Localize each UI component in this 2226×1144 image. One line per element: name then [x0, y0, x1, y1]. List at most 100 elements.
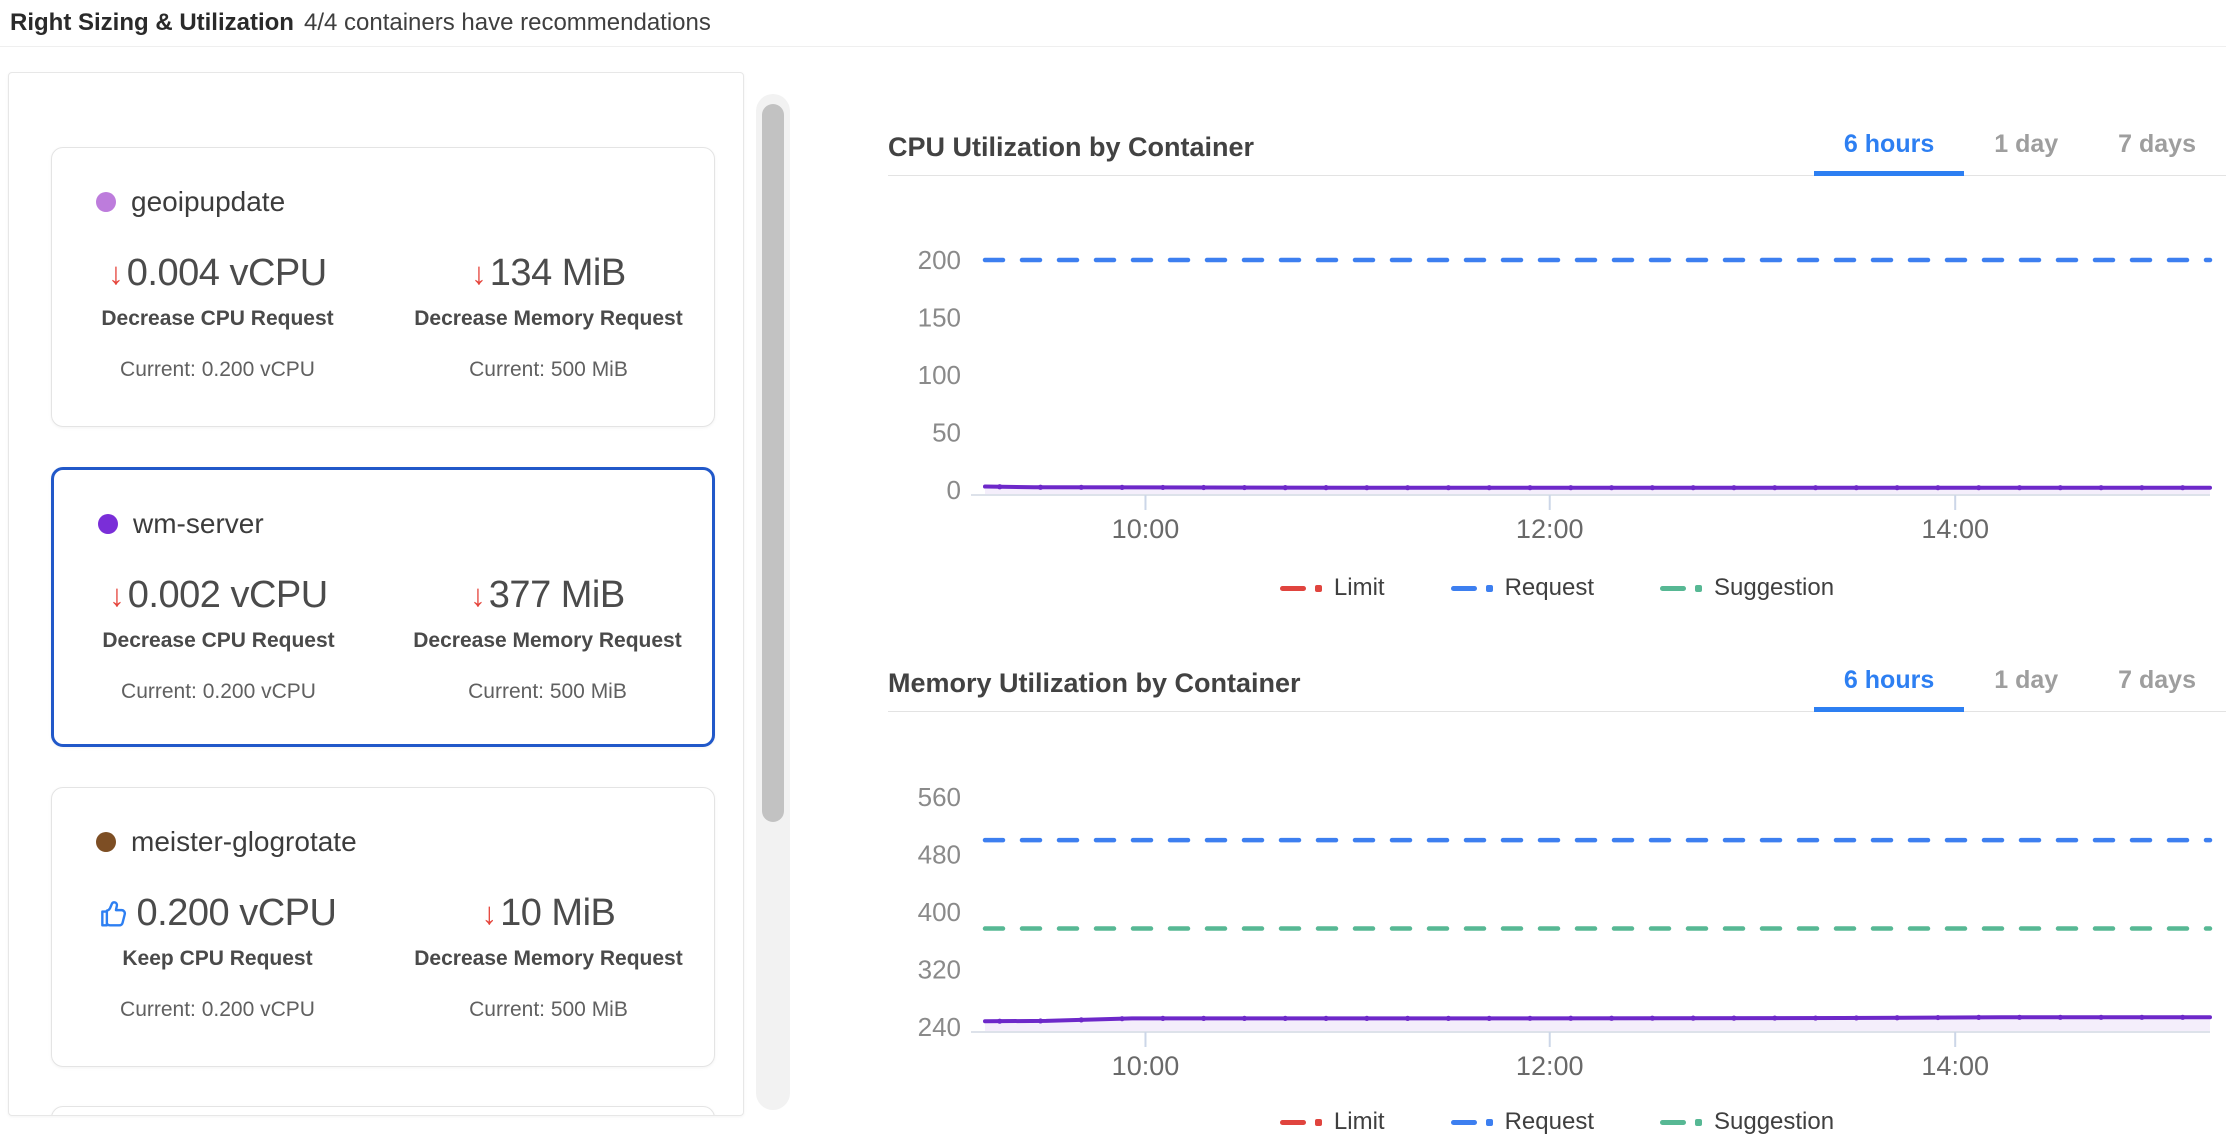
tab-7-days[interactable]: 7 days	[2088, 654, 2226, 712]
legend-label: Request	[1505, 574, 1594, 602]
container-name: meister-glogrotate	[131, 826, 357, 858]
tab-1-day[interactable]: 1 day	[1964, 118, 2088, 176]
svg-text:400: 400	[918, 897, 961, 927]
decrease-arrow-icon: ↓	[109, 580, 125, 611]
container-name: geoipupdate	[131, 186, 285, 218]
cpu-current-value: Current: 0.200 vCPU	[120, 998, 315, 1022]
memory-chart-legend: Limit Request Suggestion	[888, 1100, 2226, 1144]
decrease-arrow-icon: ↓	[482, 898, 498, 929]
memory-chart-header: Memory Utilization by Container 6 hours …	[888, 654, 2226, 712]
container-card-partial[interactable]	[51, 1106, 715, 1116]
container-color-dot	[96, 832, 116, 852]
cpu-action-label: Decrease CPU Request	[101, 307, 333, 331]
cpu-chart-header: CPU Utilization by Container 6 hours 1 d…	[888, 118, 2226, 176]
memory-current-value: Current: 500 MiB	[469, 998, 628, 1022]
legend-label: Suggestion	[1714, 1108, 1834, 1136]
svg-text:12:00: 12:00	[1516, 1051, 1584, 1081]
svg-text:14:00: 14:00	[1921, 514, 1989, 544]
container-card-geoipupdate[interactable]: geoipupdate ↓ 0.004 vCPU Decrease CPU Re…	[51, 147, 715, 427]
decrease-arrow-icon: ↓	[108, 258, 124, 289]
memory-recommendation-value: 10 MiB	[500, 892, 615, 936]
request-dot-icon	[1486, 1119, 1493, 1126]
cpu-recommendation: ↓ 0.002 vCPU Decrease CPU Request Curren…	[54, 574, 383, 704]
request-dash-icon	[1451, 1120, 1477, 1125]
memory-action-label: Decrease Memory Request	[414, 307, 682, 331]
container-card-header: wm-server	[98, 508, 264, 540]
limit-dot-icon	[1315, 585, 1322, 592]
cpu-current-value: Current: 0.200 vCPU	[121, 680, 316, 704]
container-card-header: meister-glogrotate	[96, 826, 357, 858]
legend-label: Limit	[1334, 1108, 1385, 1136]
svg-text:200: 200	[918, 245, 961, 275]
svg-text:150: 150	[918, 303, 961, 333]
request-dash-icon	[1451, 586, 1477, 591]
cpu-chart-legend: Limit Request Suggestion	[888, 566, 2226, 610]
limit-dash-icon	[1280, 1120, 1306, 1125]
memory-current-value: Current: 500 MiB	[468, 680, 627, 704]
suggestion-dot-icon	[1695, 585, 1702, 592]
memory-recommendation: ↓ 377 MiB Decrease Memory Request Curren…	[383, 574, 712, 704]
decrease-arrow-icon: ↓	[471, 258, 487, 289]
legend-item-suggestion: Suggestion	[1660, 574, 1834, 602]
legend-item-limit: Limit	[1280, 574, 1385, 602]
svg-text:12:00: 12:00	[1516, 514, 1584, 544]
memory-utilization-chart[interactable]: 24032040048056010:0012:0014:00	[888, 740, 2226, 1100]
container-card-header: geoipupdate	[96, 186, 285, 218]
svg-text:560: 560	[918, 782, 961, 812]
container-name: wm-server	[133, 508, 264, 540]
tab-6-hours[interactable]: 6 hours	[1814, 118, 1964, 176]
cpu-recommendation-value: 0.004 vCPU	[127, 252, 327, 296]
container-list-panel: geoipupdate ↓ 0.004 vCPU Decrease CPU Re…	[8, 72, 744, 1116]
page-header: Right Sizing & Utilization 4/4 container…	[0, 0, 2226, 47]
cpu-action-label: Keep CPU Request	[122, 947, 312, 971]
container-color-dot	[98, 514, 118, 534]
page-subtitle: 4/4 containers have recommendations	[304, 9, 711, 37]
svg-text:14:00: 14:00	[1921, 1051, 1989, 1081]
svg-text:10:00: 10:00	[1112, 1051, 1180, 1081]
svg-text:100: 100	[918, 360, 961, 390]
cpu-current-value: Current: 0.200 vCPU	[120, 358, 315, 382]
svg-text:0: 0	[947, 475, 961, 505]
memory-recommendation-value: 377 MiB	[489, 574, 625, 618]
memory-time-range-tabs: 6 hours 1 day 7 days	[1814, 654, 2226, 712]
cpu-utilization-chart[interactable]: 05010015020010:0012:0014:00	[888, 190, 2226, 550]
cpu-action-label: Decrease CPU Request	[102, 629, 334, 653]
limit-dash-icon	[1280, 586, 1306, 591]
suggestion-dash-icon	[1660, 586, 1686, 591]
thumbs-up-icon	[99, 898, 131, 930]
legend-item-request: Request	[1451, 1108, 1594, 1136]
tab-7-days[interactable]: 7 days	[2088, 118, 2226, 176]
request-dot-icon	[1486, 585, 1493, 592]
legend-item-request: Request	[1451, 574, 1594, 602]
memory-action-label: Decrease Memory Request	[414, 947, 682, 971]
container-color-dot	[96, 192, 116, 212]
memory-chart-title: Memory Utilization by Container	[888, 654, 1301, 712]
legend-label: Suggestion	[1714, 574, 1834, 602]
tab-6-hours[interactable]: 6 hours	[1814, 654, 1964, 712]
legend-item-limit: Limit	[1280, 1108, 1385, 1136]
page-title: Right Sizing & Utilization	[10, 9, 294, 37]
cpu-time-range-tabs: 6 hours 1 day 7 days	[1814, 118, 2226, 176]
suggestion-dot-icon	[1695, 1119, 1702, 1126]
memory-current-value: Current: 500 MiB	[469, 358, 628, 382]
cpu-recommendation-value: 0.200 vCPU	[137, 892, 337, 936]
scrollbar-thumb[interactable]	[762, 104, 784, 822]
svg-text:480: 480	[918, 840, 961, 870]
svg-text:320: 320	[918, 955, 961, 985]
cpu-chart-title: CPU Utilization by Container	[888, 118, 1254, 176]
container-card-meister-glogrotate[interactable]: meister-glogrotate 0.200 vCPU Keep CPU R…	[51, 787, 715, 1067]
legend-label: Request	[1505, 1108, 1594, 1136]
container-card-wm-server[interactable]: wm-server ↓ 0.002 vCPU Decrease CPU Requ…	[51, 467, 715, 747]
decrease-arrow-icon: ↓	[470, 580, 486, 611]
memory-recommendation: ↓ 10 MiB Decrease Memory Request Current…	[383, 892, 714, 1022]
cpu-recommendation: 0.200 vCPU Keep CPU Request Current: 0.2…	[52, 892, 383, 1022]
legend-item-suggestion: Suggestion	[1660, 1108, 1834, 1136]
legend-label: Limit	[1334, 574, 1385, 602]
svg-text:50: 50	[932, 418, 961, 448]
cpu-recommendation-value: 0.002 vCPU	[128, 574, 328, 618]
memory-recommendation-value: 134 MiB	[490, 252, 626, 296]
memory-recommendation: ↓ 134 MiB Decrease Memory Request Curren…	[383, 252, 714, 382]
memory-action-label: Decrease Memory Request	[413, 629, 681, 653]
tab-1-day[interactable]: 1 day	[1964, 654, 2088, 712]
cpu-recommendation: ↓ 0.004 vCPU Decrease CPU Request Curren…	[52, 252, 383, 382]
